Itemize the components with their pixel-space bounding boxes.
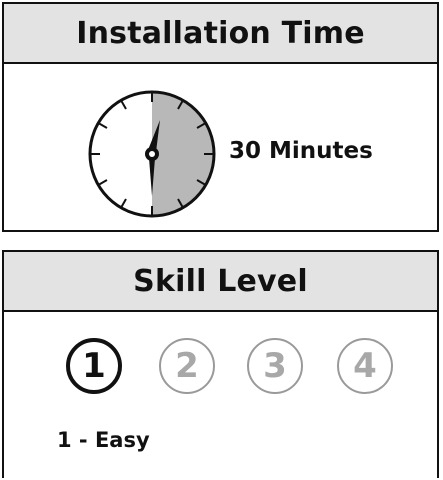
skill-level-panel: Skill Level 1 2 3 4 1 - Easy (2, 250, 439, 478)
clock-area: 30 Minutes (4, 66, 437, 232)
skill-level-4-badge: 4 (337, 338, 393, 394)
installation-time-title: Installation Time (76, 15, 365, 51)
installation-time-panel: Installation Time 30 Minutes (2, 2, 439, 232)
clock-tick (97, 179, 108, 186)
skill-level-description: 1 - Easy (57, 428, 150, 452)
skill-level-area: 1 2 3 4 1 - Easy (4, 314, 437, 480)
skill-level-header: Skill Level (4, 252, 437, 312)
skill-level-title: Skill Level (133, 263, 308, 299)
installation-time-value: 30 Minutes (229, 138, 373, 164)
clock-center-dot (149, 151, 155, 157)
skill-level-1-badge: 1 (66, 338, 122, 394)
skill-level-3-badge: 3 (247, 338, 303, 394)
clock-tick (120, 198, 127, 209)
installation-time-header: Installation Time (4, 4, 437, 64)
clock-icon (88, 90, 216, 218)
skill-level-2-badge: 2 (159, 338, 215, 394)
clock-tick (120, 99, 127, 110)
clock-tick (97, 122, 108, 129)
